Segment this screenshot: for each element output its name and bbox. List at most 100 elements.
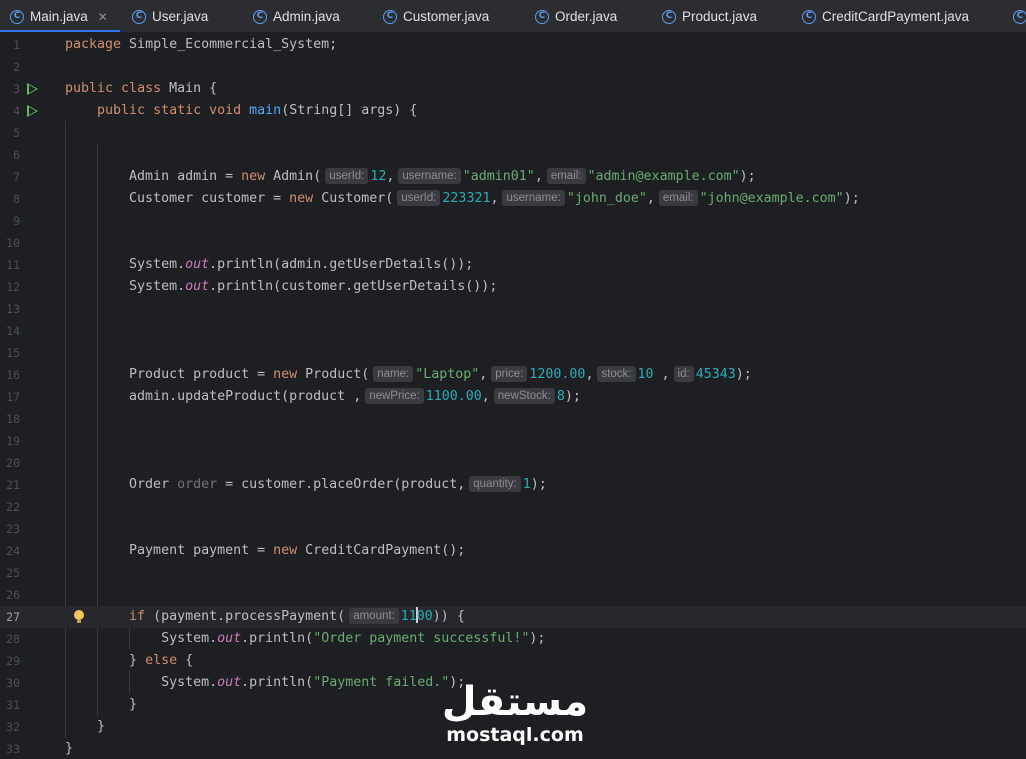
parameter-hint: price: [491,366,528,382]
line-number: 5 [13,126,20,140]
code-line[interactable]: 20 [0,452,1026,474]
code-line[interactable]: 17 admin.updateProduct(product , newPrice… [0,386,1026,408]
line-number: 28 [6,632,20,646]
tab-order-java[interactable]: C Order.java [535,0,618,32]
parameter-hint: email: [546,168,586,184]
code-text: public static void main(String[] args) { [97,103,418,118]
mostaql-watermark: مستقل mostaql.com [440,680,590,746]
tab-product-java[interactable]: C Product.java [662,0,757,32]
parameter-hint: newPrice: [365,388,424,404]
code-line[interactable]: 16 Product product = new Product(name: "L… [0,364,1026,386]
watermark-arabic: مستقل [441,679,589,725]
java-class-icon: C [253,9,267,24]
code-line[interactable]: 7 Admin admin = new Admin(userId: 12, user… [0,166,1026,188]
code-line[interactable]: 6 [0,144,1026,166]
line-number: 20 [6,456,20,470]
parameter-hint: username: [398,168,461,184]
code-line[interactable]: 5 [0,122,1026,144]
code-line[interactable]: 4 public static void main(String[] args)… [0,100,1026,122]
tab-main-java[interactable]: C Main.java ✕ [0,0,120,32]
code-line[interactable]: 23 [0,518,1026,540]
line-number: 27 [6,610,20,624]
code-line[interactable]: 13 [0,298,1026,320]
parameter-hint: newStock: [493,388,555,404]
tab-label: CreditCardPayment.java [822,9,970,24]
code-text: Order order = customer.placeOrder(produc… [65,476,547,492]
line-number: 33 [6,742,20,756]
code-line[interactable]: 15 [0,342,1026,364]
line-number: 23 [6,522,20,536]
parameter-hint: userId: [325,168,369,184]
code-line[interactable]: 10 [0,232,1026,254]
line-number: 25 [6,566,20,580]
java-class-icon: C [535,9,549,24]
code-line[interactable]: 22 [0,496,1026,518]
watermark-latin: mostaql.com [446,724,584,746]
java-class-icon: C [1013,9,1026,24]
code-line[interactable]: 28 System.out.println("Order payment suc… [0,628,1026,650]
line-number: 8 [13,192,20,206]
tab-label: Order.java [555,9,618,24]
code-line[interactable]: 3 public class Main { [0,78,1026,100]
parameter-hint: id: [673,366,694,382]
line-number: 29 [6,654,20,668]
line-number: 12 [6,280,20,294]
code-line[interactable]: 21 Order order = customer.placeOrder(pro… [0,474,1026,496]
run-main-icon[interactable] [27,105,38,117]
code-line-current[interactable]: 27 if (payment.processPayment(amount: 110… [0,606,1026,628]
java-class-icon: C [132,9,146,24]
code-line[interactable]: 11 System.out.println(admin.getUserDetai… [0,254,1026,276]
line-number: 11 [6,258,20,272]
code-line[interactable]: 29 } else { [0,650,1026,672]
line-number: 16 [6,368,20,382]
java-class-icon: C [10,9,24,24]
code-line[interactable]: 26 [0,584,1026,606]
tab-overflow[interactable]: C [1013,0,1026,32]
tab-user-java[interactable]: C User.java [132,0,209,32]
line-number: 7 [13,170,20,184]
code-text: } [65,741,74,756]
line-number: 26 [6,588,20,602]
code-line[interactable]: 18 [0,408,1026,430]
code-line[interactable]: 12 System.out.println(customer.getUserDe… [0,276,1026,298]
line-number: 10 [6,236,20,250]
code-line[interactable]: 8 Customer customer = new Customer(userI… [0,188,1026,210]
line-number: 32 [6,720,20,734]
code-text: Payment payment = new CreditCardPayment(… [65,543,466,558]
java-class-icon: C [662,9,676,24]
tab-creditcardpayment-java[interactable]: C CreditCardPayment.java [802,0,970,32]
code-text: if (payment.processPayment(amount: 1100))… [129,607,465,624]
line-number: 3 [13,82,20,96]
code-line[interactable]: 24 Payment payment = new CreditCardPayme… [0,540,1026,562]
parameter-hint: quantity: [469,476,521,492]
code-text: } [65,719,106,734]
java-class-icon: C [802,9,816,24]
code-text: package Simple_Ecommercial_System; [65,37,338,52]
code-line[interactable]: 14 [0,320,1026,342]
code-text: public class Main { [65,81,218,96]
line-number: 2 [13,60,20,74]
tab-customer-java[interactable]: C Customer.java [383,0,489,32]
tab-admin-java[interactable]: C Admin.java [253,0,340,32]
code-line[interactable]: 9 [0,210,1026,232]
line-number: 21 [6,478,20,492]
code-line[interactable]: 1 package Simple_Ecommercial_System; [0,34,1026,56]
line-number: 19 [6,434,20,448]
java-class-icon: C [383,9,397,24]
close-tab-icon[interactable]: ✕ [98,10,108,24]
code-text: System.out.println("Order payment succes… [65,631,546,646]
tab-label: Main.java [30,9,88,24]
line-number: 15 [6,346,20,360]
run-class-icon[interactable] [27,83,38,95]
line-number: 30 [6,676,20,690]
code-text: System.out.println("Payment failed."); [65,675,466,690]
line-number: 24 [6,544,20,558]
code-text: } [65,697,138,712]
code-editor[interactable]: 1 package Simple_Ecommercial_System; 2 3… [0,33,1026,759]
line-number: 13 [6,302,20,316]
parameter-hint: name: [373,366,414,382]
code-line[interactable]: 2 [0,56,1026,78]
code-line[interactable]: 25 [0,562,1026,584]
code-line[interactable]: 19 [0,430,1026,452]
tab-label: User.java [152,9,209,24]
